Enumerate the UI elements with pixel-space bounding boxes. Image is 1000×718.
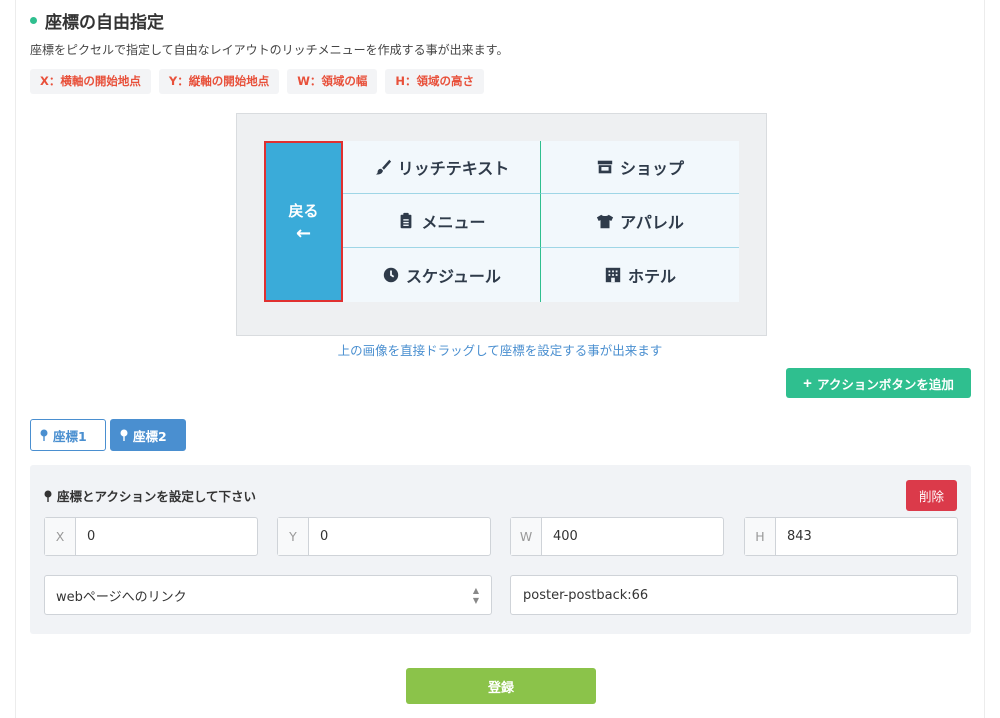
x-field[interactable]: X [44,517,258,556]
hotel-icon [604,266,622,284]
arrow-left-icon: ← [295,223,312,244]
menu-cell-label: ショップ [619,159,684,178]
menu-cell-apparel[interactable]: アパレル [541,194,739,248]
tag-x: X：横軸の開始地点 [30,69,151,94]
menu-cell-shop[interactable]: ショップ [541,141,739,194]
section-description: 座標をピクセルで指定して自由なレイアウトのリッチメニューを作成する事が出来ます。 [30,43,509,57]
menu-cell-label: リッチテキスト [397,159,510,178]
store-icon [596,158,614,176]
y-prefix: Y [278,518,309,555]
menu-grid: リッチテキスト ショップ メニュー アパレル スケジュール ホテル [343,141,739,302]
menu-cell-schedule[interactable]: スケジュール [343,248,541,302]
x-input[interactable] [76,518,257,555]
selected-area-back[interactable]: 戻る ← [264,141,343,302]
menu-cell-label: メニュー [421,212,486,232]
w-input[interactable] [542,518,723,555]
select-arrows-icon: ▲ ▼ [472,586,479,605]
rich-menu-preview: 戻る ← リッチテキスト ショップ メニュー アパレル スケジュール ホテル [236,113,767,336]
coordinate-tabs: 座標1 座標2 [30,419,186,451]
tab-coordinate-2[interactable]: 座標2 [110,419,186,451]
map-pin-icon [43,490,53,502]
x-prefix: X [45,518,76,555]
coordinate-legend: X：横軸の開始地点 Y：縦軸の開始地点 W：領域の幅 H：領域の高さ [30,69,485,94]
map-pin-icon [119,429,129,441]
action-type-value: webページへのリンク [56,589,187,605]
section-title-row: 座標の自由指定 [30,8,164,33]
clock-icon [382,266,400,284]
tshirt-icon [596,212,614,230]
add-action-label: アクションボタンを追加 [816,377,954,392]
menu-cell-label: ホテル [627,267,676,286]
drag-hint: 上の画像を直接ドラッグして座標を設定する事が出来ます [337,343,663,358]
y-input[interactable] [309,518,490,555]
menu-cell-rich-text[interactable]: リッチテキスト [343,141,541,194]
h-field[interactable]: H [744,517,958,556]
form-heading: 座標とアクションを設定して下さい [43,486,256,505]
tab-label: 座標2 [133,428,167,444]
add-action-button[interactable]: + アクションボタンを追加 [786,368,971,398]
section-title: 座標の自由指定 [45,13,164,33]
w-prefix: W [511,518,542,555]
menu-cell-label: アパレル [620,212,684,232]
w-field[interactable]: W [510,517,724,556]
tag-h: H：領域の高さ [385,69,485,94]
h-prefix: H [745,518,776,555]
menu-cell-hotel[interactable]: ホテル [541,248,739,302]
tag-w: W：領域の幅 [287,69,378,94]
coordinate-form: 座標とアクションを設定して下さい 削除 X Y W H webページへのリンク … [30,465,971,634]
delete-button[interactable]: 削除 [906,480,957,511]
back-label: 戻る [288,202,319,220]
brush-icon [374,158,392,176]
form-heading-text: 座標とアクションを設定して下さい [57,489,257,504]
menu-cell-menu[interactable]: メニュー [343,194,541,248]
tab-label: 座標1 [53,428,87,444]
map-pin-icon [39,429,49,441]
tag-y: Y：縦軸の開始地点 [158,69,280,94]
action-value-field[interactable] [510,575,958,615]
action-type-select[interactable]: webページへのリンク ▲ ▼ [44,575,492,615]
clipboard-icon [397,212,415,230]
plus-icon: + [803,374,812,392]
y-field[interactable]: Y [277,517,491,556]
tab-coordinate-1[interactable]: 座標1 [30,419,106,451]
register-button[interactable]: 登録 [406,668,596,704]
bullet-dot-icon [30,17,37,24]
h-input[interactable] [776,518,957,555]
rich-menu-image[interactable]: 戻る ← リッチテキスト ショップ メニュー アパレル スケジュール ホテル [264,141,739,302]
action-value-input[interactable] [511,576,957,614]
menu-cell-label: スケジュール [406,267,501,286]
